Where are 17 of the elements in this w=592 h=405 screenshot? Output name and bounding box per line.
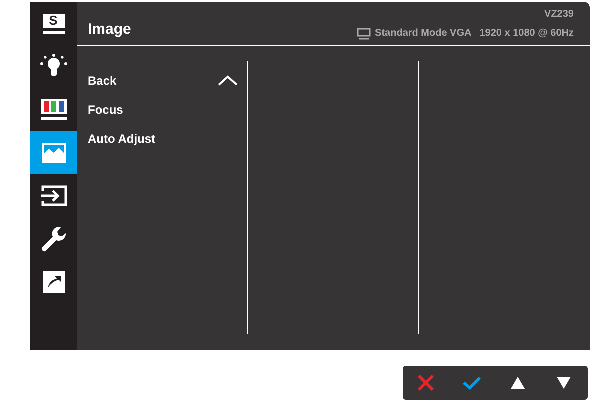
triangle-down-icon bbox=[557, 377, 571, 389]
input-icon bbox=[40, 184, 68, 206]
close-icon bbox=[418, 375, 434, 391]
menu-item[interactable]: Back bbox=[77, 66, 247, 95]
resolution-text: 1920 x 1080 @ 60Hz bbox=[480, 27, 574, 41]
model-name: VZ239 bbox=[544, 8, 574, 22]
color-bars-icon bbox=[40, 98, 66, 120]
landscape-icon bbox=[42, 142, 66, 162]
menu-item[interactable]: Focus bbox=[77, 95, 247, 124]
wrench-icon bbox=[40, 226, 66, 252]
checkmark-icon bbox=[463, 376, 481, 390]
monitor-icon bbox=[357, 28, 372, 40]
chevron-up-icon bbox=[218, 75, 238, 86]
mode-text: Standard Mode VGA bbox=[375, 27, 472, 41]
page-title: Image bbox=[88, 20, 132, 40]
menu-item[interactable]: Auto Adjust bbox=[77, 124, 247, 153]
triangle-up-icon bbox=[511, 377, 525, 389]
